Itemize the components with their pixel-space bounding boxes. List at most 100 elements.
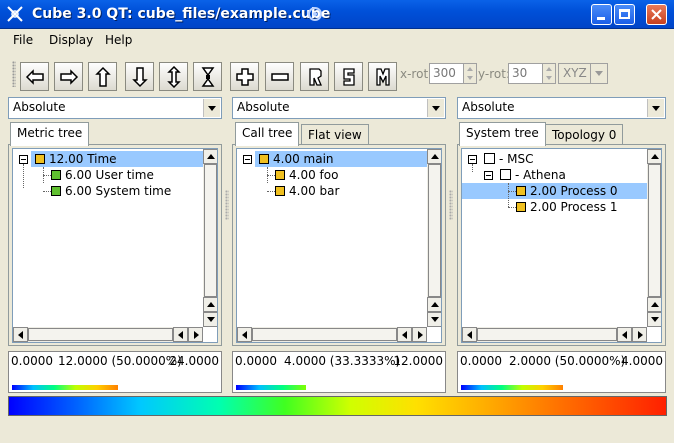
tree-line — [472, 164, 473, 172]
vertical-scrollbar[interactable] — [203, 149, 217, 327]
collapse-toggle[interactable] — [243, 155, 252, 164]
collapse-toggle[interactable] — [468, 155, 477, 164]
scroll-thumb[interactable] — [477, 328, 617, 341]
horizontal-scrollbar[interactable] — [13, 327, 203, 342]
tree-row-msc[interactable]: - MSC — [484, 151, 534, 167]
scroll-left-button[interactable] — [237, 327, 252, 342]
minimize-button[interactable] — [591, 4, 612, 25]
tree-row-user-time[interactable]: 6.00 User time — [51, 167, 154, 183]
scroll-up-button[interactable] — [203, 297, 217, 312]
axis-combo[interactable]: XYZ — [558, 63, 608, 84]
tree-row-main[interactable]: 4.00 main — [255, 151, 427, 167]
collapse-button[interactable] — [193, 62, 222, 91]
zoom-in-button[interactable] — [230, 62, 259, 91]
metric-tab-frame: 12.00 Time 6.00 User time 6.00 System ti… — [8, 144, 222, 346]
tree-row-foo[interactable]: 4.00 foo — [275, 167, 338, 183]
call-tree[interactable]: 4.00 main 4.00 foo 4.00 bar — [236, 148, 442, 343]
horizontal-scrollbar[interactable] — [462, 327, 647, 342]
row-value: 2.00 — [530, 200, 557, 214]
zoom-out-button[interactable] — [265, 62, 294, 91]
up-button[interactable] — [88, 62, 117, 91]
tree-row-system-time[interactable]: 6.00 System time — [51, 183, 171, 199]
reset-button[interactable] — [300, 62, 329, 91]
chevron-down-icon — [647, 99, 664, 117]
arrow-updown-icon — [166, 65, 181, 88]
xrot-spin-arrows[interactable] — [463, 63, 477, 84]
toolbar-grip[interactable] — [12, 61, 16, 87]
tab-flat-view[interactable]: Flat view — [301, 124, 369, 146]
close-button[interactable] — [646, 4, 667, 25]
title-bar[interactable]: Cube 3.0 QT: cube_files/example.cube — [0, 0, 674, 29]
m-icon — [375, 67, 390, 86]
row-value: 6.00 — [65, 168, 92, 182]
scroll-left-button[interactable] — [13, 327, 28, 342]
tree-row-athena[interactable]: - Athena — [500, 167, 566, 183]
collapse-toggle[interactable] — [484, 171, 493, 180]
scale-max: 4.0000 — [621, 354, 663, 368]
splitter-handle[interactable] — [449, 190, 453, 220]
splitter-handle[interactable] — [225, 190, 229, 220]
zoom-out-icon — [270, 72, 289, 81]
row-label: Process 0 — [560, 184, 618, 198]
metric-scale-bar: 0.0000 12.0000 (50.0000%) 24.0000 — [8, 351, 222, 393]
yrot-spinbox[interactable]: 30 — [508, 63, 543, 84]
scroll-up-button[interactable] — [647, 297, 661, 312]
tree-line — [508, 191, 516, 192]
scroll-right-button[interactable] — [412, 327, 427, 342]
row-label: User time — [95, 168, 154, 182]
scroll-thumb[interactable] — [648, 164, 661, 297]
scale-max: 24.0000 — [169, 354, 219, 368]
scroll-down-button[interactable] — [647, 312, 661, 327]
forward-button[interactable] — [54, 62, 83, 91]
xrot-spinbox[interactable]: 300 — [429, 63, 464, 84]
scroll-down-button[interactable] — [427, 312, 441, 327]
menu-display[interactable]: Display — [49, 33, 93, 47]
scroll-thumb[interactable] — [28, 328, 173, 341]
row-value: 4.00 — [273, 152, 300, 166]
vertical-scrollbar[interactable] — [647, 149, 661, 327]
system-tree[interactable]: - MSC - Athena 2.00 Process 0 2.00 Proce… — [461, 148, 662, 343]
scroll-up-button[interactable] — [203, 149, 217, 164]
scroll-up-button[interactable] — [427, 297, 441, 312]
scroll-left-button[interactable] — [617, 327, 632, 342]
scroll-thumb[interactable] — [428, 164, 441, 297]
down-button[interactable] — [125, 62, 154, 91]
arrow-down-icon — [131, 66, 148, 87]
collapse-toggle[interactable] — [19, 155, 28, 164]
scroll-up-button[interactable] — [647, 149, 661, 164]
metric-mode-combo[interactable]: Absolute — [8, 97, 222, 119]
vertical-scrollbar[interactable] — [427, 149, 441, 327]
scroll-left-button[interactable] — [397, 327, 412, 342]
scroll-down-button[interactable] — [203, 312, 217, 327]
horizontal-scrollbar[interactable] — [237, 327, 427, 342]
scroll-left-button[interactable] — [173, 327, 188, 342]
yrot-spin-arrows[interactable] — [542, 63, 556, 84]
scroll-left-button[interactable] — [462, 327, 477, 342]
scroll-right-button[interactable] — [632, 327, 647, 342]
tab-metric-tree[interactable]: Metric tree — [10, 122, 90, 146]
call-color-square — [275, 170, 285, 180]
zoom-in-icon — [235, 67, 254, 86]
scroll-right-button[interactable] — [188, 327, 203, 342]
maximize-button[interactable] — [614, 4, 635, 25]
menu-help[interactable]: Help — [105, 33, 132, 47]
scroll-up-button[interactable] — [427, 149, 441, 164]
set-button[interactable] — [334, 62, 363, 91]
tab-call-tree[interactable]: Call tree — [235, 122, 300, 146]
tree-row-process-0[interactable]: 2.00 Process 0 — [462, 183, 648, 199]
scroll-thumb[interactable] — [252, 328, 397, 341]
metric-mode-value: Absolute — [13, 100, 66, 114]
call-mode-combo[interactable]: Absolute — [232, 97, 446, 119]
m-button[interactable] — [368, 62, 397, 91]
scroll-thumb[interactable] — [204, 164, 217, 297]
system-mode-combo[interactable]: Absolute — [457, 97, 666, 119]
tab-topology-0[interactable]: Topology 0 — [545, 124, 624, 146]
expand-button[interactable] — [159, 62, 188, 91]
tree-row-time[interactable]: 12.00 Time — [31, 151, 203, 167]
tree-row-bar[interactable]: 4.00 bar — [275, 183, 339, 199]
tree-row-process-1[interactable]: 2.00 Process 1 — [516, 199, 618, 215]
tab-system-tree[interactable]: System tree — [459, 122, 546, 146]
menu-file[interactable]: File — [13, 33, 33, 47]
metric-tree[interactable]: 12.00 Time 6.00 User time 6.00 System ti… — [12, 148, 218, 343]
back-button[interactable] — [20, 62, 49, 91]
